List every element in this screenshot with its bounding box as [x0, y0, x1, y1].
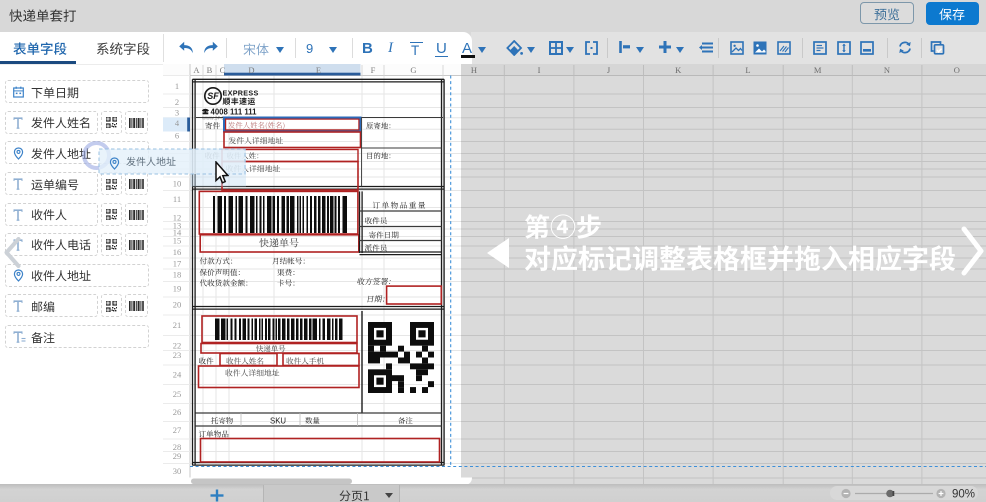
svg-text:M: M — [814, 65, 822, 75]
svg-text:N: N — [884, 65, 890, 75]
svg-text:H: H — [471, 65, 477, 75]
svg-text:20: 20 — [173, 300, 182, 310]
svg-text:SF: SF — [207, 91, 219, 101]
svg-text:L: L — [745, 65, 750, 75]
svg-text:29: 29 — [173, 451, 182, 461]
svg-text:15: 15 — [173, 236, 182, 246]
svg-text:K: K — [675, 65, 682, 75]
svg-text:17: 17 — [173, 259, 182, 269]
svg-text:23: 23 — [173, 350, 182, 360]
svg-text:18: 18 — [173, 270, 182, 280]
svg-text:D: D — [248, 65, 254, 75]
svg-text:30: 30 — [173, 466, 182, 476]
svg-text:25: 25 — [173, 389, 182, 399]
svg-text:B: B — [207, 65, 213, 75]
svg-text:EXPRESS: EXPRESS — [223, 89, 259, 98]
svg-text:22: 22 — [173, 341, 182, 351]
svg-text:21: 21 — [173, 320, 182, 330]
svg-text:6: 6 — [175, 131, 179, 141]
svg-text:27: 27 — [173, 425, 182, 435]
svg-text:3: 3 — [175, 108, 179, 118]
svg-text:26: 26 — [173, 407, 182, 417]
svg-text:O: O — [954, 65, 960, 75]
svg-text:C: C — [220, 65, 226, 75]
svg-text:10: 10 — [173, 179, 182, 189]
svg-text:G: G — [410, 65, 416, 75]
svg-text:A: A — [193, 65, 200, 75]
svg-text:1: 1 — [175, 81, 179, 91]
svg-text:F: F — [371, 65, 376, 75]
svg-text:16: 16 — [173, 247, 182, 257]
svg-text:I: I — [538, 65, 541, 75]
svg-text:19: 19 — [173, 284, 182, 294]
svg-text:SKU: SKU — [270, 416, 286, 425]
svg-text:E: E — [316, 65, 321, 75]
svg-text:11: 11 — [173, 194, 181, 204]
svg-text:24: 24 — [173, 370, 182, 380]
svg-text:2: 2 — [175, 97, 179, 107]
svg-text:90%: 90% — [952, 489, 975, 501]
